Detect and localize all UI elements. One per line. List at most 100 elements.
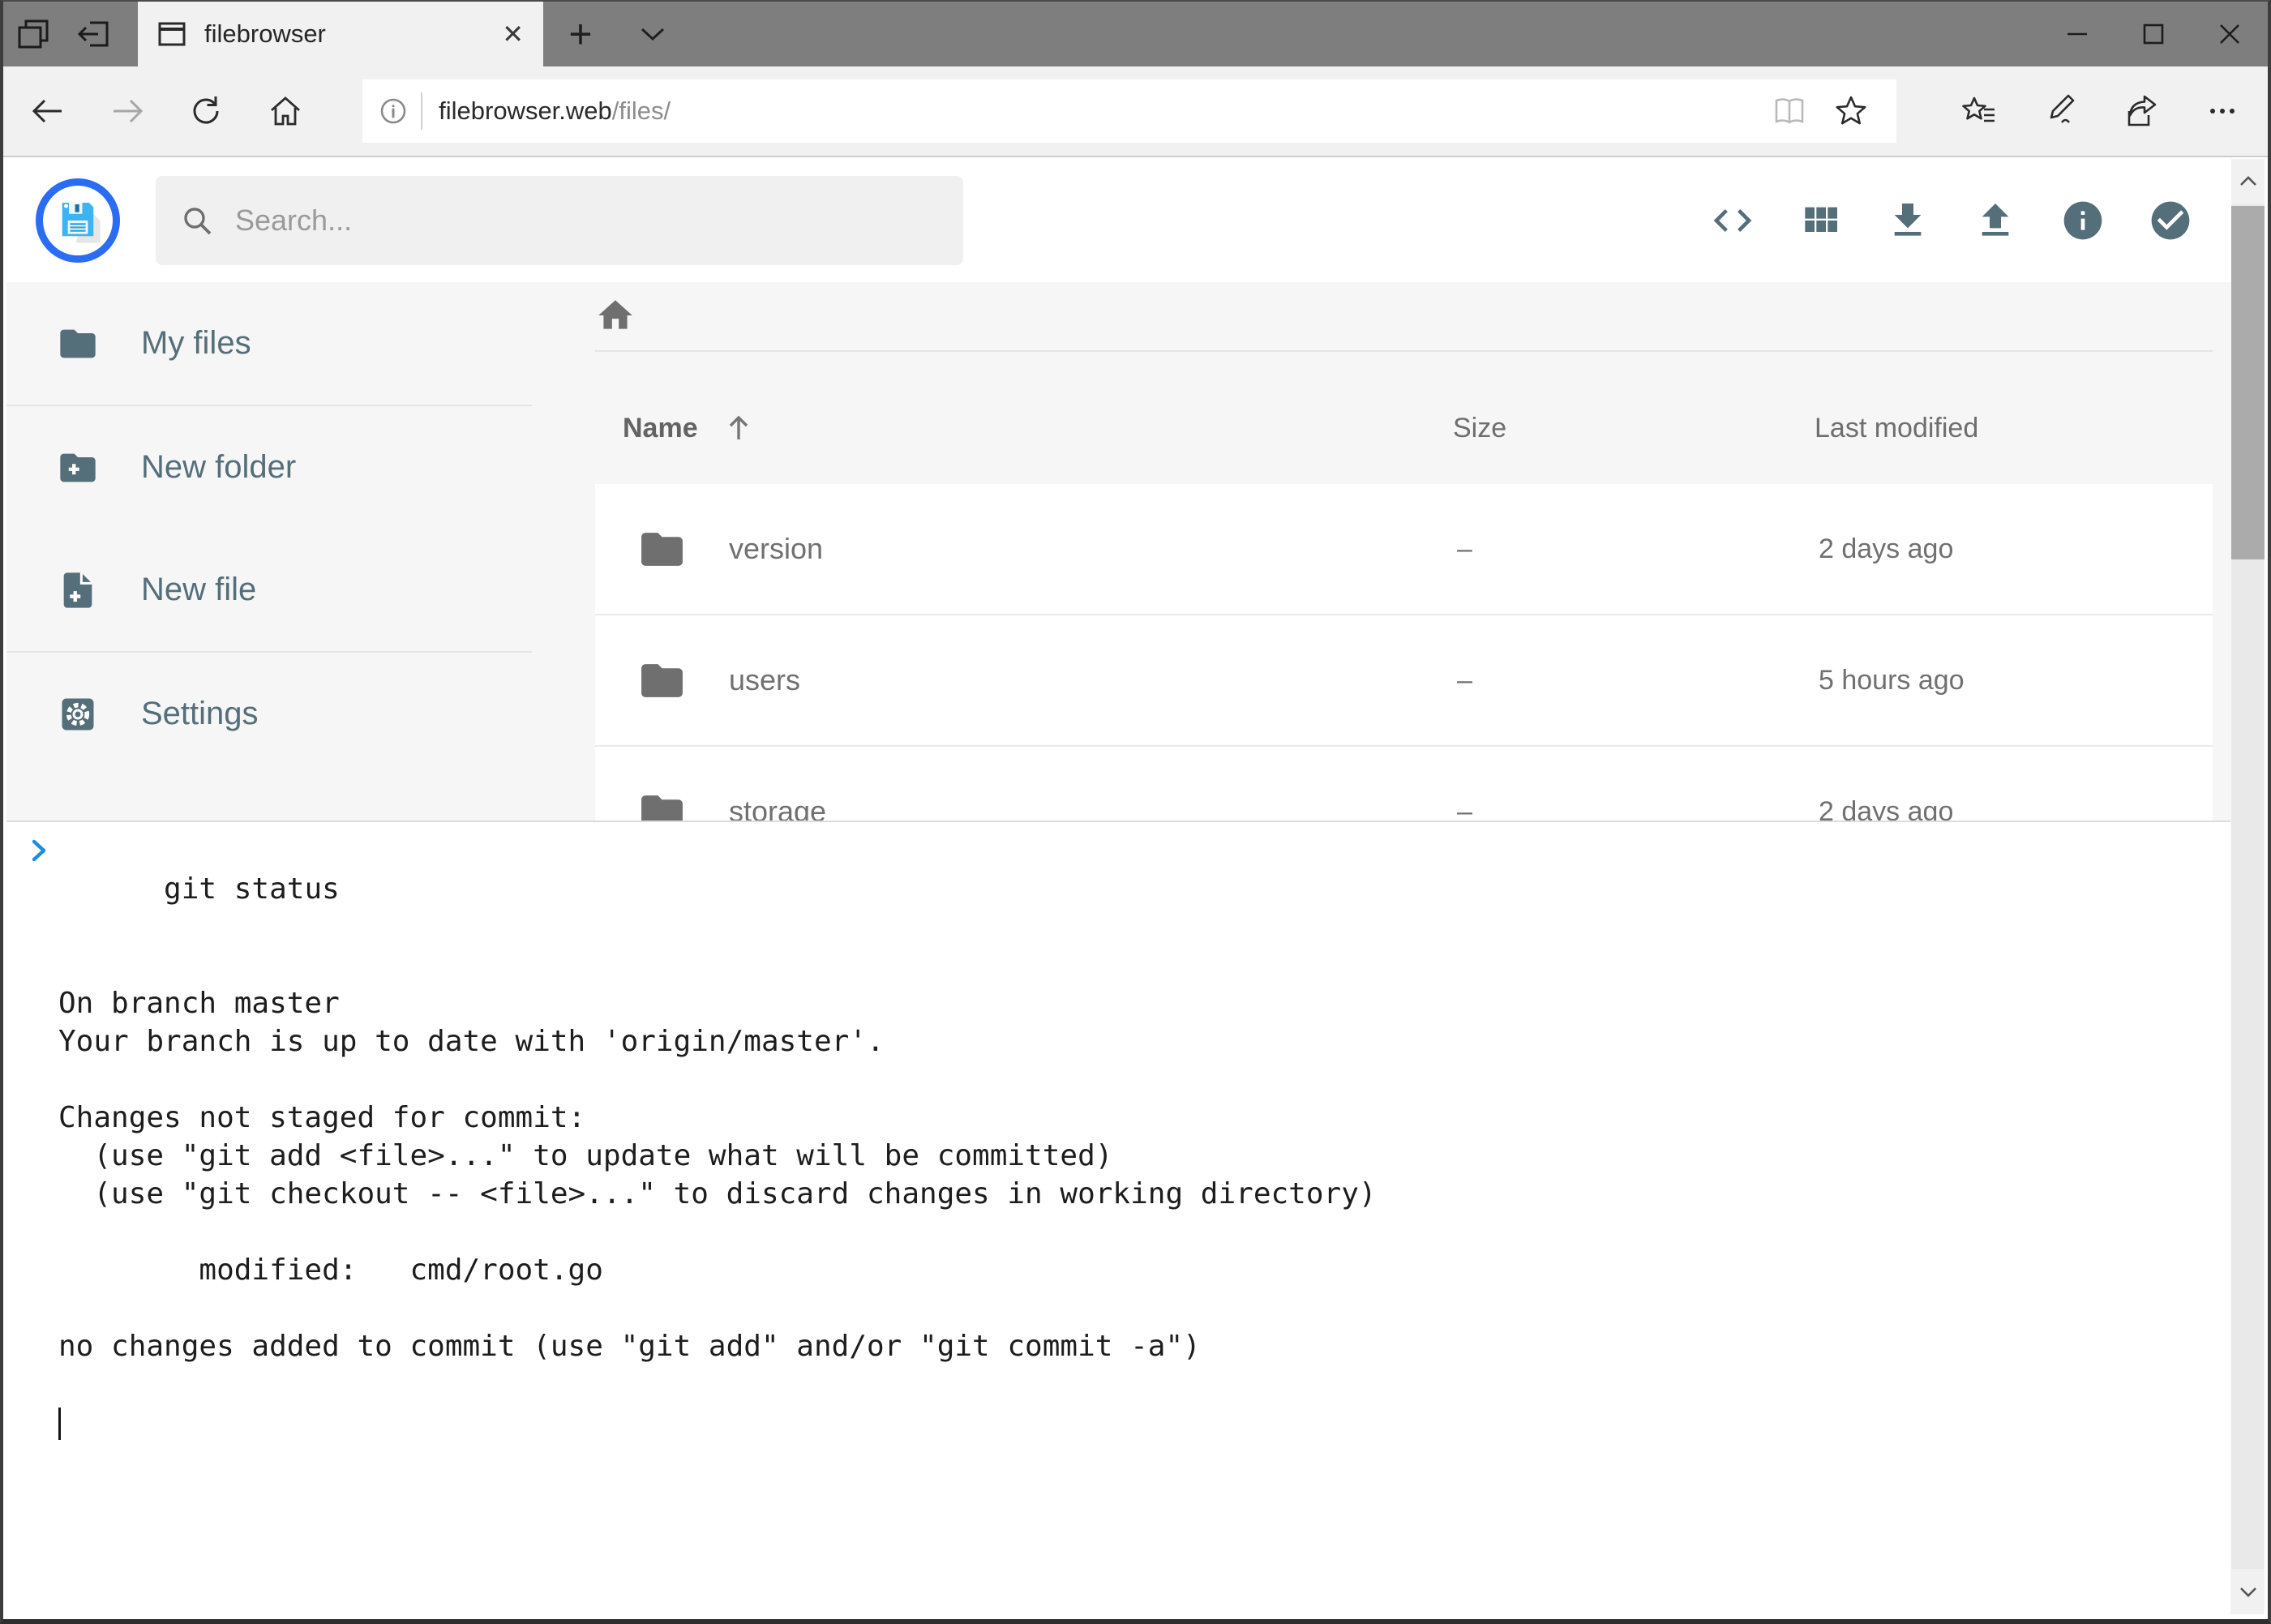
file-name: version (729, 532, 823, 566)
share-button[interactable] (2101, 92, 2182, 131)
column-header-size[interactable]: Size (1453, 413, 1815, 444)
terminal-output-line: modified: cmd/root.go (58, 1251, 2214, 1289)
tab-preview-toggle[interactable] (618, 2, 688, 66)
forward-icon (109, 92, 146, 130)
listing-header: Name Size Last modified (595, 352, 2213, 484)
info-button[interactable] (2039, 176, 2127, 265)
breadcrumb-home-icon[interactable] (595, 295, 636, 336)
raw-code-button[interactable] (1689, 176, 1776, 265)
scroll-down-button[interactable] (2231, 1569, 2265, 1614)
search-box[interactable] (156, 176, 963, 265)
close-button[interactable] (2192, 2, 2268, 66)
browser-tab[interactable]: filebrowser ✕ (138, 2, 543, 66)
home-icon (267, 92, 304, 130)
check-circle-icon (2148, 198, 2193, 243)
back-button[interactable] (8, 66, 88, 156)
sort-ascending-icon (722, 412, 755, 444)
sidebar-item-label: New folder (141, 449, 296, 486)
reading-view-book-icon (1772, 96, 1806, 126)
settings-gear-icon (57, 693, 99, 735)
chevron-down-icon (637, 24, 668, 44)
tab-preview-icon (15, 16, 51, 52)
set-tabs-aside-button[interactable] (63, 2, 123, 66)
sidebar-item-label: Settings (141, 696, 259, 732)
add-favorite-button[interactable] (1820, 93, 1882, 129)
file-name-cell: version (637, 525, 1457, 574)
minimize-button[interactable] (2039, 2, 2115, 66)
app-body: My files New folder New fi (6, 282, 2265, 878)
sidebar-item-my-files[interactable]: My files (6, 282, 532, 405)
navigation-bar: filebrowser.web/files/ (3, 66, 2268, 157)
terminal-cursor (58, 1408, 61, 1440)
file-modified: 5 hours ago (1819, 665, 2213, 696)
file-size: – (1457, 665, 1819, 696)
maximize-button[interactable] (2115, 2, 2192, 66)
upload-button[interactable] (1952, 176, 2039, 265)
download-icon (1885, 198, 1930, 243)
folder-icon (57, 323, 99, 365)
grid-view-icon (1798, 198, 1843, 243)
terminal-command: git status (164, 872, 340, 906)
tab-close-icon[interactable]: ✕ (502, 21, 524, 47)
reading-view-button[interactable] (1759, 96, 1820, 126)
page-favicon-icon (157, 20, 186, 48)
folder-icon (637, 525, 687, 574)
terminal-panel[interactable]: git status On branch master Your branch … (6, 821, 2230, 1614)
file-row[interactable]: version – 2 days ago (595, 484, 2213, 615)
download-button[interactable] (1864, 176, 1952, 265)
search-input[interactable] (234, 203, 939, 238)
terminal-output-line: Your branch is up to date with 'origin/m… (58, 1022, 2214, 1061)
filebrowser-header (6, 159, 2265, 282)
terminal-output-line: (use "git checkout -- <file>..." to disc… (58, 1175, 2214, 1213)
upload-icon (1973, 198, 2018, 243)
scrollbar-thumb[interactable] (2231, 206, 2265, 559)
file-name-cell: users (637, 656, 1457, 705)
filebrowser-logo[interactable] (36, 178, 120, 263)
terminal-output-line (58, 1061, 2214, 1099)
tab-title: filebrowser (204, 19, 484, 49)
sidebar-item-label: My files (141, 325, 251, 362)
hub-favorites-button[interactable] (1939, 92, 2020, 131)
refresh-button[interactable] (167, 66, 246, 156)
select-multiple-button[interactable] (2127, 176, 2214, 265)
refresh-icon (187, 92, 225, 130)
terminal-cursor-line[interactable] (58, 1403, 2214, 1442)
header-actions (1689, 176, 2214, 265)
new-tab-button[interactable]: + (543, 2, 618, 66)
sidebar-item-label: New file (141, 572, 256, 608)
info-icon (2060, 198, 2106, 243)
sidebar-item-new-file[interactable]: New file (6, 529, 532, 651)
page-scrollbar[interactable] (2231, 159, 2265, 1614)
pen-icon (2041, 92, 2080, 131)
chevron-up-icon (2236, 174, 2260, 190)
terminal-output-line (58, 1365, 2214, 1403)
site-info-icon[interactable] (377, 95, 409, 127)
show-set-aside-tabs-button[interactable] (3, 2, 63, 66)
star-icon (1833, 93, 1869, 129)
column-header-modified[interactable]: Last modified (1815, 413, 2213, 444)
sidebar-item-settings[interactable]: Settings (6, 653, 532, 775)
url-text[interactable]: filebrowser.web/files/ (439, 96, 671, 126)
sidebar-item-new-folder[interactable]: New folder (6, 406, 532, 529)
scroll-up-button[interactable] (2231, 159, 2265, 204)
folder-icon (637, 656, 687, 705)
file-row[interactable]: users – 5 hours ago (595, 615, 2213, 747)
column-header-name[interactable]: Name (623, 412, 1453, 444)
terminal-output-line (58, 1289, 2214, 1327)
terminal-output-line: On branch master (58, 984, 2214, 1022)
terminal-output-line: no changes added to commit (use "git add… (58, 1327, 2214, 1365)
forward-button[interactable] (88, 66, 167, 156)
home-button[interactable] (246, 66, 325, 156)
terminal-output-line (58, 1213, 2214, 1251)
new-file-icon (57, 569, 99, 611)
back-icon (29, 92, 66, 130)
terminal-output-line: (use "git add <file>..." to update what … (58, 1137, 2214, 1175)
more-options-button[interactable] (2182, 92, 2263, 131)
grid-view-button[interactable] (1776, 176, 1864, 265)
file-modified: 2 days ago (1819, 533, 2213, 565)
address-bar[interactable]: filebrowser.web/files/ (362, 79, 1896, 143)
hub-star-list-icon (1960, 92, 1999, 131)
web-note-button[interactable] (2020, 92, 2101, 131)
set-tabs-aside-icon (75, 16, 111, 52)
code-icon (1710, 198, 1755, 243)
